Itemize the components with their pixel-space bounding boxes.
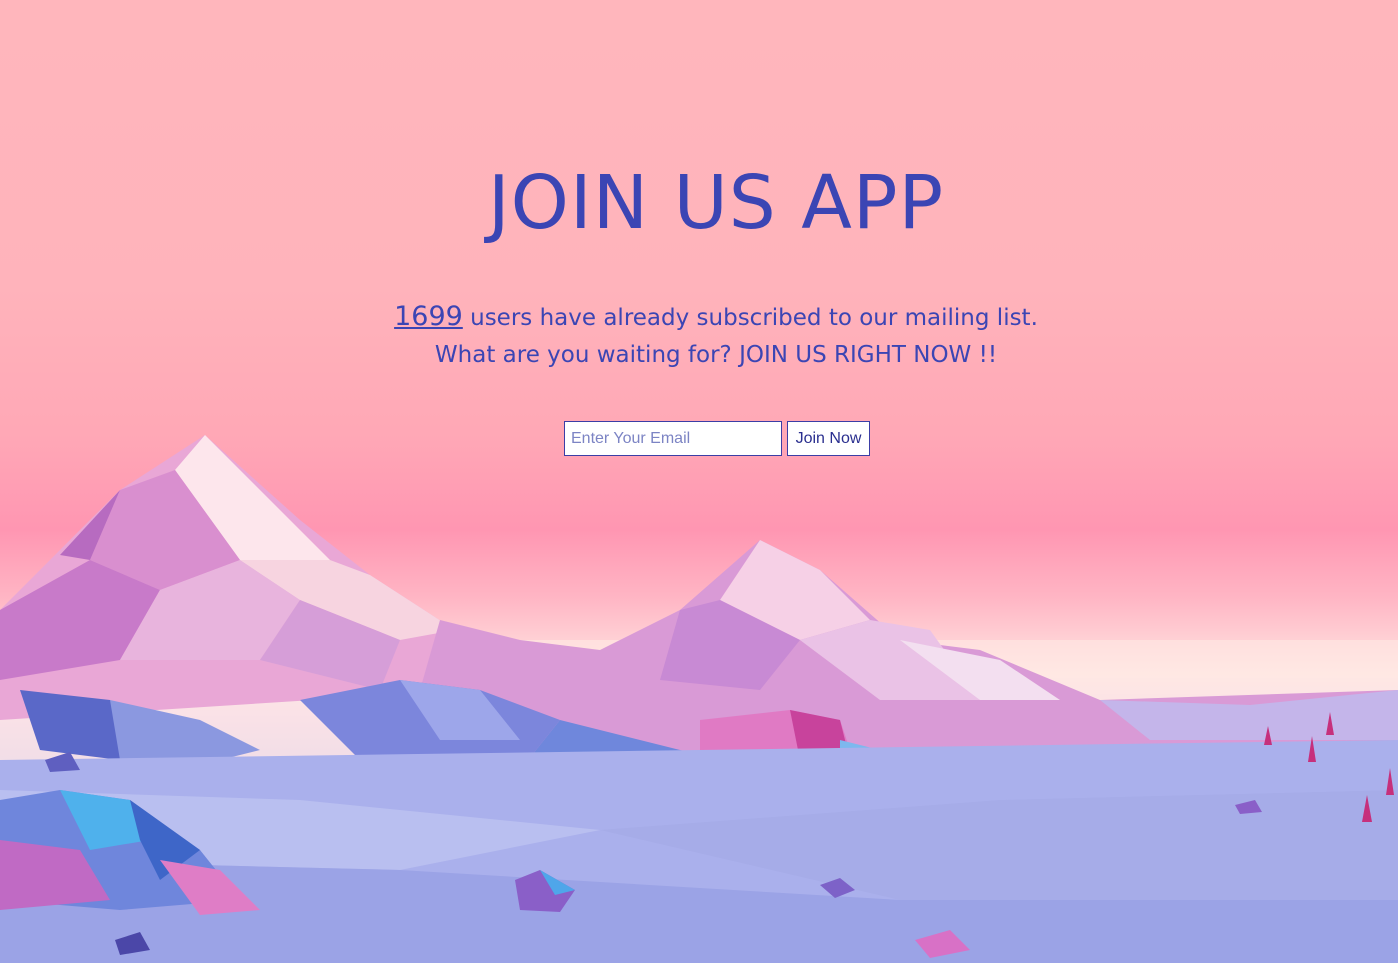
email-input[interactable] — [564, 421, 782, 456]
landing-page: JOIN US APP 1699 users have already subs… — [0, 0, 1398, 963]
call-to-action-line: What are you waiting for? JOIN US RIGHT … — [434, 342, 998, 368]
subscriber-count-link[interactable]: 1699 — [394, 301, 463, 332]
subscriber-line: 1699 users have already subscribed to ou… — [34, 298, 1398, 337]
join-now-button[interactable]: Join Now — [787, 421, 870, 456]
low-poly-mountain-background — [0, 435, 1398, 963]
signup-form: Join Now — [564, 421, 870, 456]
page-title: JOIN US APP — [487, 160, 945, 246]
subscriber-line-suffix: users have already subscribed to our mai… — [462, 305, 1038, 331]
subscriber-message: 1699 users have already subscribed to ou… — [0, 298, 1398, 374]
